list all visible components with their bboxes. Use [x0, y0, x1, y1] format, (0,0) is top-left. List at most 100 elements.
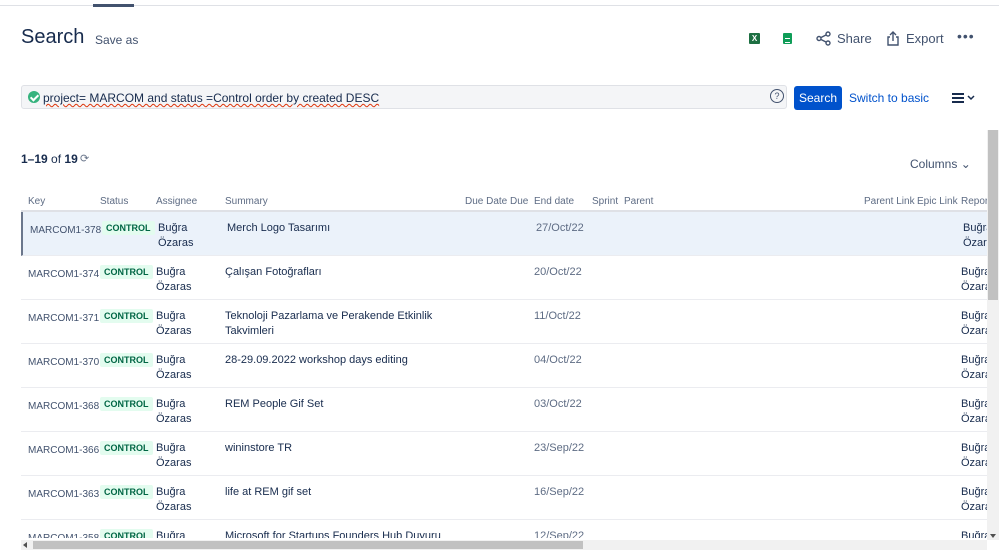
- view-options-icon[interactable]: [952, 92, 976, 104]
- issue-key-link[interactable]: MARCOM1-378: [30, 223, 101, 238]
- column-header-due[interactable]: Due: [510, 196, 528, 207]
- horizontal-scrollbar-thumb[interactable]: [33, 541, 583, 549]
- issue-summary-link[interactable]: Merch Logo Tasarımı: [227, 221, 459, 236]
- horizontal-scrollbar[interactable]: [21, 540, 987, 550]
- column-header-summary[interactable]: Summary: [225, 196, 268, 207]
- chevron-down-icon: ⌄: [960, 157, 971, 171]
- table-row[interactable]: MARCOM1-370 CONTROL Buğra Özaras 28-29.0…: [21, 344, 987, 388]
- issue-key-link[interactable]: MARCOM1-374: [28, 267, 99, 282]
- table-header: Key Status Assignee Summary Due Date Due…: [21, 192, 987, 212]
- column-header-assignee[interactable]: Assignee: [156, 196, 197, 207]
- top-divider: [0, 5, 999, 6]
- share-button[interactable]: Share: [816, 31, 872, 46]
- table-row[interactable]: MARCOM1-366 CONTROL Buğra Özaras wininst…: [21, 432, 987, 476]
- save-as-button[interactable]: Save as: [95, 33, 138, 47]
- column-header-status[interactable]: Status: [100, 196, 128, 207]
- help-icon[interactable]: ?: [770, 89, 784, 103]
- issue-key-link[interactable]: MARCOM1-366: [28, 443, 99, 458]
- vertical-scrollbar[interactable]: [987, 130, 999, 540]
- table-row[interactable]: MARCOM1-378 CONTROL Buğra Özaras Merch L…: [21, 212, 987, 256]
- scroll-left-arrow-icon[interactable]: [23, 542, 27, 548]
- google-sheets-icon[interactable]: [783, 33, 792, 44]
- reporter-name: Buğra Özaras: [961, 354, 987, 381]
- active-nav-indicator: [93, 4, 134, 7]
- assignee-name: Buğra Özaras: [156, 310, 192, 337]
- status-badge: CONTROL: [100, 353, 153, 367]
- issue-key-link[interactable]: MARCOM1-371: [28, 311, 99, 326]
- share-label: Share: [837, 31, 872, 46]
- issue-summary-link[interactable]: life at REM gif set: [225, 485, 457, 500]
- columns-label: Columns: [910, 157, 958, 171]
- assignee-name: Buğra Özaras: [156, 354, 192, 381]
- issue-summary-link[interactable]: Teknoloji Pazarlama ve Perakende Etkinli…: [225, 309, 457, 339]
- end-date: 27/Oct/22: [536, 222, 584, 234]
- vertical-scrollbar-thumb[interactable]: [988, 130, 998, 300]
- results-count: 1–19 of 19: [21, 152, 78, 166]
- end-date: 12/Sep/22: [534, 530, 585, 538]
- status-badge: CONTROL: [100, 529, 153, 538]
- column-header-reporter[interactable]: Repor: [961, 196, 987, 207]
- table-row[interactable]: MARCOM1-371 CONTROL Buğra Özaras Teknolo…: [21, 300, 987, 344]
- status-badge: CONTROL: [102, 221, 155, 235]
- column-header-parent[interactable]: Parent: [624, 196, 653, 207]
- issue-summary-link[interactable]: Çalışan Fotoğrafları: [225, 265, 457, 280]
- valid-query-check-icon: [28, 91, 40, 103]
- scroll-down-arrow-icon[interactable]: [990, 534, 996, 538]
- end-date: 11/Oct/22: [534, 310, 581, 322]
- column-header-key[interactable]: Key: [28, 196, 45, 207]
- status-badge: CONTROL: [100, 309, 153, 323]
- issue-key-link[interactable]: MARCOM1-368: [28, 399, 99, 414]
- end-date: 03/Oct/22: [534, 398, 582, 410]
- jql-query-input[interactable]: project= MARCOM and status =Control orde…: [21, 85, 787, 109]
- assignee-name: Buğra Özaras: [158, 222, 194, 249]
- assignee-name: Buğra: [156, 530, 186, 538]
- issue-key-link[interactable]: MARCOM1-370: [28, 355, 99, 370]
- issue-key-link[interactable]: MARCOM1-358: [28, 531, 99, 538]
- status-badge: CONTROL: [100, 485, 153, 499]
- column-header-parent-link[interactable]: Parent Link: [864, 196, 915, 207]
- reporter-name: Buğra Özaras: [961, 266, 987, 293]
- table-row[interactable]: MARCOM1-374 CONTROL Buğra Özaras Çalışan…: [21, 256, 987, 300]
- switch-to-basic-link[interactable]: Switch to basic: [849, 91, 929, 105]
- reporter-name: Buğra Özaras: [961, 442, 987, 469]
- excel-export-icon[interactable]: X: [749, 33, 760, 44]
- export-label: Export: [906, 31, 944, 46]
- column-header-epic-link[interactable]: Epic Link: [917, 196, 958, 207]
- status-badge: CONTROL: [100, 265, 153, 279]
- issues-table: Key Status Assignee Summary Due Date Due…: [21, 192, 987, 538]
- jql-query-text[interactable]: project= MARCOM and status =Control orde…: [43, 91, 379, 105]
- reporter-name: Buğra Özaras: [961, 398, 987, 425]
- export-button[interactable]: Export: [886, 31, 944, 46]
- reporter-name: Buğra Özaras: [961, 486, 987, 513]
- assignee-name: Buğra Özaras: [156, 486, 192, 513]
- page-title: Search: [21, 26, 85, 48]
- end-date: 20/Oct/22: [534, 266, 582, 278]
- status-badge: CONTROL: [100, 441, 153, 455]
- issue-summary-link[interactable]: 28-29.09.2022 workshop days editing: [225, 353, 457, 368]
- issue-summary-link[interactable]: Microsoft for Startups Founders Hub Duyu…: [225, 529, 457, 538]
- table-row[interactable]: MARCOM1-358 CONTROL Buğra Microsoft for …: [21, 520, 987, 538]
- table-row[interactable]: MARCOM1-363 CONTROL Buğra Özaras life at…: [21, 476, 987, 520]
- export-icon: [887, 31, 899, 46]
- share-icon: [816, 31, 831, 46]
- end-date: 23/Sep/22: [534, 442, 585, 454]
- column-header-sprint[interactable]: Sprint: [592, 196, 618, 207]
- reporter-name: Buğra: [961, 530, 987, 538]
- issue-summary-link[interactable]: wininstore TR: [225, 441, 457, 456]
- column-header-due-date[interactable]: Due Date: [465, 196, 507, 207]
- status-badge: CONTROL: [100, 397, 153, 411]
- column-header-end-date[interactable]: End date: [534, 196, 574, 207]
- reporter-name: Buğra Özaras: [963, 222, 987, 249]
- columns-button[interactable]: Columns ⌄: [910, 157, 971, 171]
- table-row[interactable]: MARCOM1-368 CONTROL Buğra Özaras REM Peo…: [21, 388, 987, 432]
- end-date: 16/Sep/22: [534, 486, 585, 498]
- assignee-name: Buğra Özaras: [156, 266, 192, 293]
- search-button[interactable]: Search: [794, 86, 842, 110]
- assignee-name: Buğra Özaras: [156, 442, 192, 469]
- reporter-name: Buğra Özaras: [961, 310, 987, 337]
- refresh-icon[interactable]: ⟳: [80, 152, 89, 165]
- end-date: 04/Oct/22: [534, 354, 582, 366]
- more-actions-icon[interactable]: •••: [957, 28, 975, 44]
- issue-key-link[interactable]: MARCOM1-363: [28, 487, 99, 502]
- issue-summary-link[interactable]: REM People Gif Set: [225, 397, 457, 412]
